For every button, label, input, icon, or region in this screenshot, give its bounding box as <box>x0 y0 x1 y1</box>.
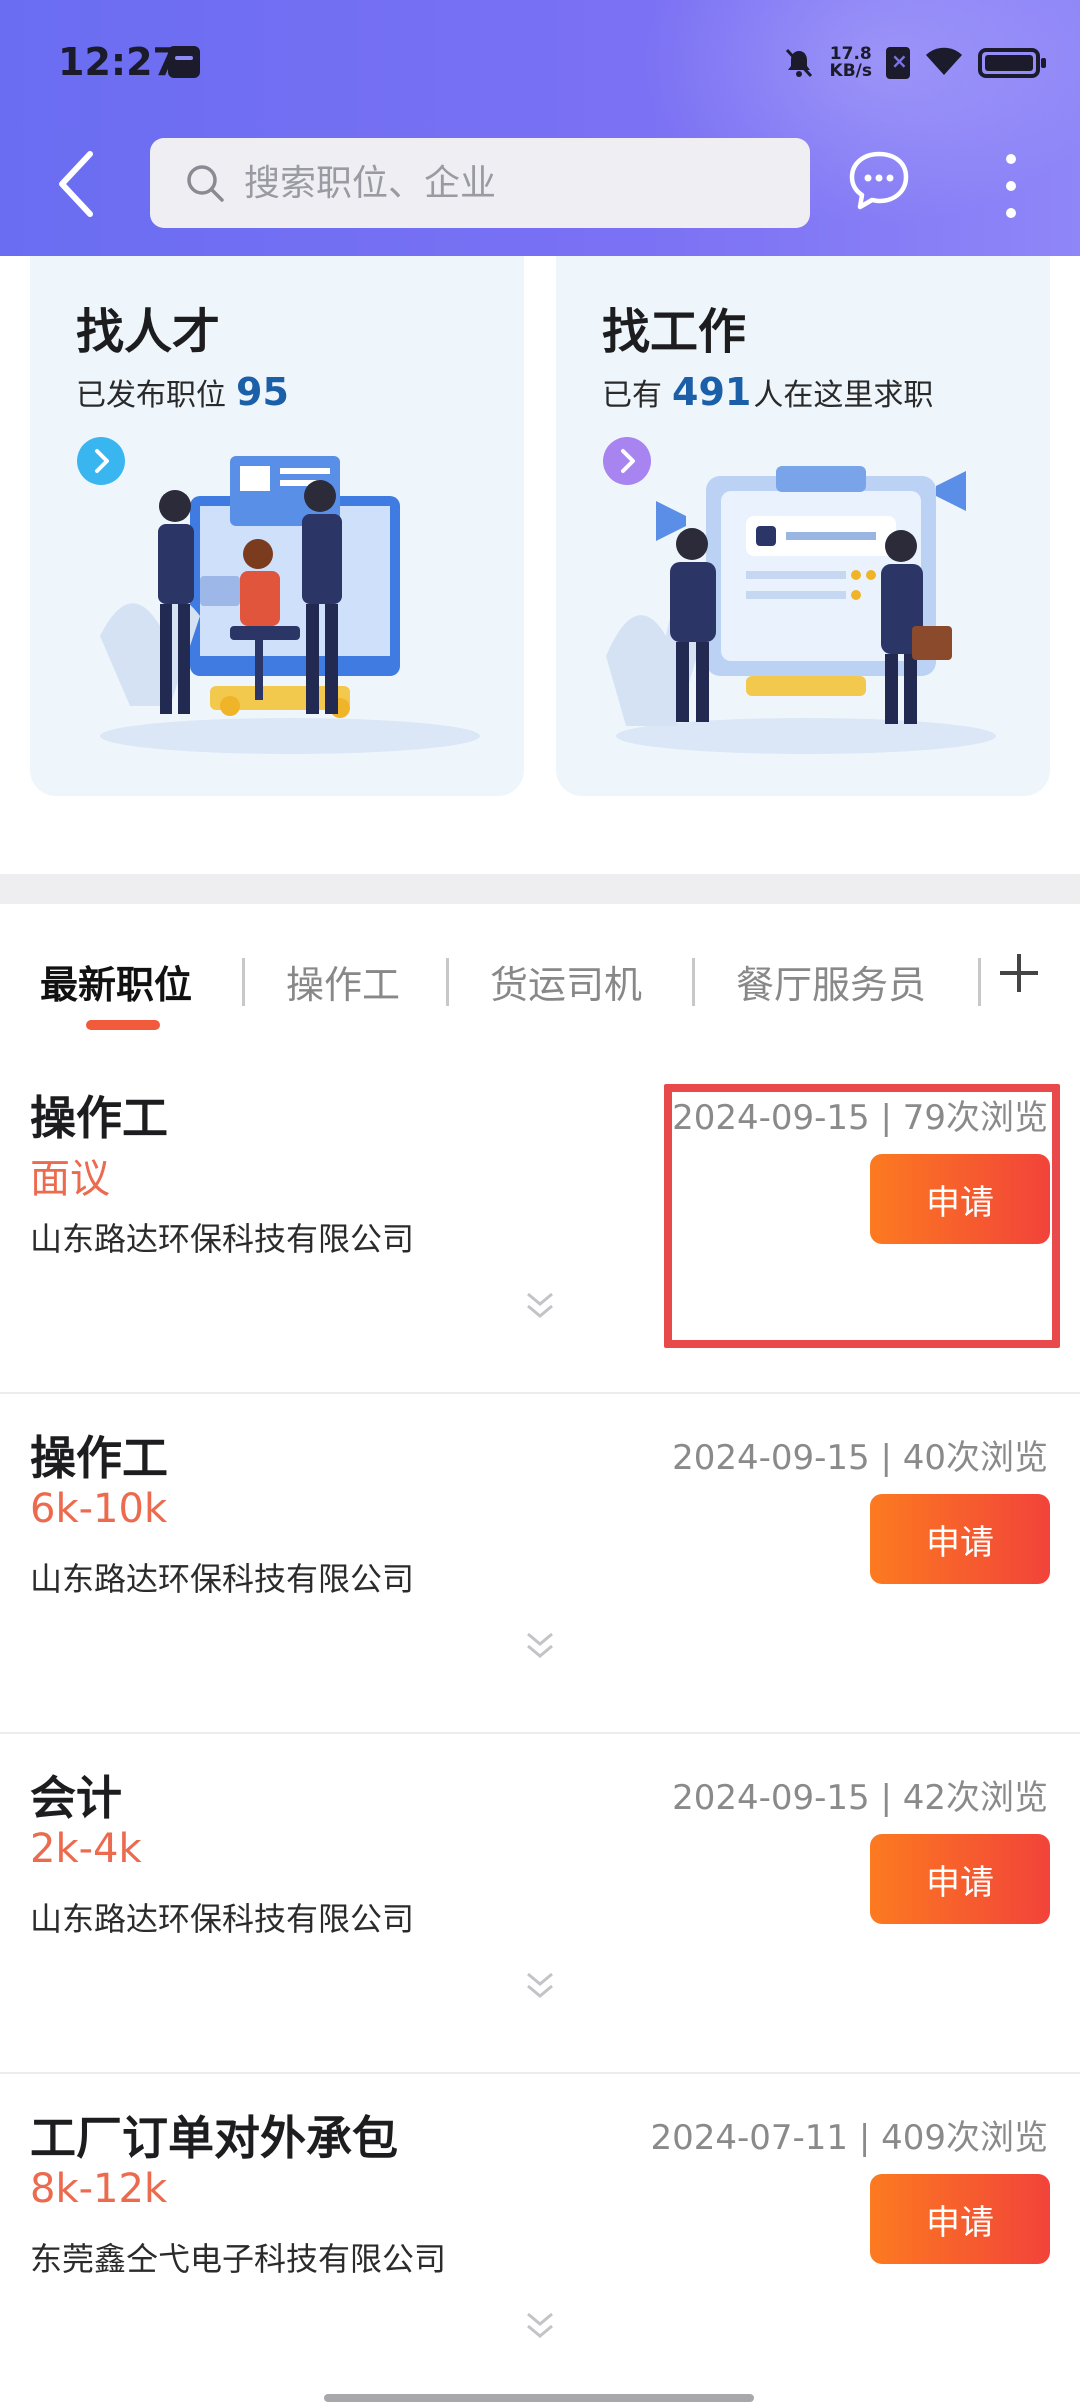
job-search-illustration <box>606 466 996 754</box>
tab-separator <box>242 958 245 1006</box>
battery-icon <box>978 48 1046 78</box>
job-date-views: 2024-09-15 | 79次浏览 <box>672 1098 1048 1138</box>
tab-separator <box>692 958 695 1006</box>
card-subtitle-prefix: 已发布职位 <box>76 378 226 413</box>
chevron-left-icon <box>59 151 93 217</box>
search-icon <box>184 162 226 204</box>
tab-operator[interactable]: 操作工 <box>286 954 400 1009</box>
apply-button[interactable]: 申请 <box>870 2174 1050 2264</box>
job-title: 会计 <box>30 1771 122 1825</box>
search-bar[interactable] <box>150 138 810 228</box>
card-count: 491 <box>672 370 752 414</box>
plus-icon <box>1000 954 1038 992</box>
more-dot <box>1006 154 1016 164</box>
find-job-card[interactable]: 找工作 已有 491人在这里求职 <box>556 256 1050 796</box>
job-list-item[interactable]: 操作工 6k-10k 山东路达环保科技有限公司 2024-09-15 | 40次… <box>0 1394 1080 1734</box>
mute-bell-icon <box>782 46 816 80</box>
job-date-views: 2024-07-11 | 409次浏览 <box>650 2118 1048 2158</box>
category-tabs: 最新职位 操作工 货运司机 餐厅服务员 <box>0 904 1080 1054</box>
wifi-icon <box>924 45 964 81</box>
apply-button[interactable]: 申请 <box>870 1154 1050 1244</box>
tab-freight-driver[interactable]: 货运司机 <box>490 954 642 1009</box>
recruiting-illustration <box>100 456 480 754</box>
message-button[interactable] <box>846 148 912 214</box>
card-title: 找人才 <box>76 304 221 360</box>
more-dot <box>1006 181 1016 191</box>
job-company: 山东路达环保科技有限公司 <box>30 1900 415 1938</box>
status-time: 12:27 <box>58 40 179 84</box>
job-title: 工厂订单对外承包 <box>30 2111 398 2165</box>
feature-cards: 找人才 已发布职位 95 找工作 已有 491人在这里求职 <box>0 256 1080 876</box>
status-icons: 17.8 KB/s <box>782 38 1046 88</box>
notification-app-icon <box>168 46 200 78</box>
network-speed: 17.8 KB/s <box>830 46 872 80</box>
add-tab-button[interactable] <box>996 950 1042 996</box>
active-tab-indicator <box>86 1020 160 1030</box>
job-list-item[interactable]: 工厂订单对外承包 8k-12k 东莞鑫仝弋电子科技有限公司 2024-07-11… <box>0 2074 1080 2408</box>
chevron-double-down-icon[interactable] <box>522 1286 558 1322</box>
job-company: 东莞鑫仝弋电子科技有限公司 <box>30 2240 447 2278</box>
tab-separator <box>446 958 449 1006</box>
status-bar: 12:27 17.8 KB/s <box>0 0 1080 120</box>
job-date-views: 2024-09-15 | 42次浏览 <box>672 1778 1048 1818</box>
tab-latest-jobs[interactable]: 最新职位 <box>40 954 192 1009</box>
chevron-double-down-icon[interactable] <box>522 2306 558 2342</box>
card-subtitle-suffix: 人在这里求职 <box>753 378 934 413</box>
card-count: 95 <box>236 370 289 414</box>
home-indicator[interactable] <box>324 2394 754 2402</box>
nav-bar <box>0 136 1080 232</box>
app-header: 12:27 17.8 KB/s <box>0 0 1080 256</box>
search-input[interactable] <box>244 162 784 204</box>
network-speed-unit: KB/s <box>829 61 872 81</box>
job-salary: 6k-10k <box>30 1486 168 1532</box>
card-title: 找工作 <box>602 304 747 360</box>
job-company: 山东路达环保科技有限公司 <box>30 1560 415 1598</box>
tab-separator <box>978 958 981 1006</box>
card-subtitle: 已有 491人在这里求职 <box>602 370 933 414</box>
job-company: 山东路达环保科技有限公司 <box>30 1220 415 1258</box>
card-subtitle: 已发布职位 95 <box>76 370 293 414</box>
job-title: 操作工 <box>30 1431 168 1485</box>
back-button[interactable] <box>50 146 110 222</box>
job-salary: 2k-4k <box>30 1826 142 1872</box>
job-list-item[interactable]: 操作工 面议 山东路达环保科技有限公司 2024-09-15 | 79次浏览 申… <box>0 1054 1080 1394</box>
job-list-item[interactable]: 会计 2k-4k 山东路达环保科技有限公司 2024-09-15 | 42次浏览… <box>0 1734 1080 2074</box>
find-talent-card[interactable]: 找人才 已发布职位 95 <box>30 256 524 796</box>
card-subtitle-prefix: 已有 <box>602 378 662 413</box>
chat-bubble-icon <box>849 151 909 210</box>
job-title: 操作工 <box>30 1091 168 1145</box>
section-divider <box>0 874 1080 904</box>
job-salary: 面议 <box>30 1156 110 1202</box>
chevron-double-down-icon[interactable] <box>522 1966 558 2002</box>
chevron-double-down-icon[interactable] <box>522 1626 558 1662</box>
more-options-button[interactable] <box>996 148 1026 218</box>
apply-button[interactable]: 申请 <box>870 1834 1050 1924</box>
tab-restaurant-server[interactable]: 餐厅服务员 <box>736 954 926 1009</box>
no-sim-icon <box>886 47 910 79</box>
job-salary: 8k-12k <box>30 2166 168 2212</box>
more-dot <box>1006 208 1016 218</box>
job-date-views: 2024-09-15 | 40次浏览 <box>672 1438 1048 1478</box>
apply-button[interactable]: 申请 <box>870 1494 1050 1584</box>
